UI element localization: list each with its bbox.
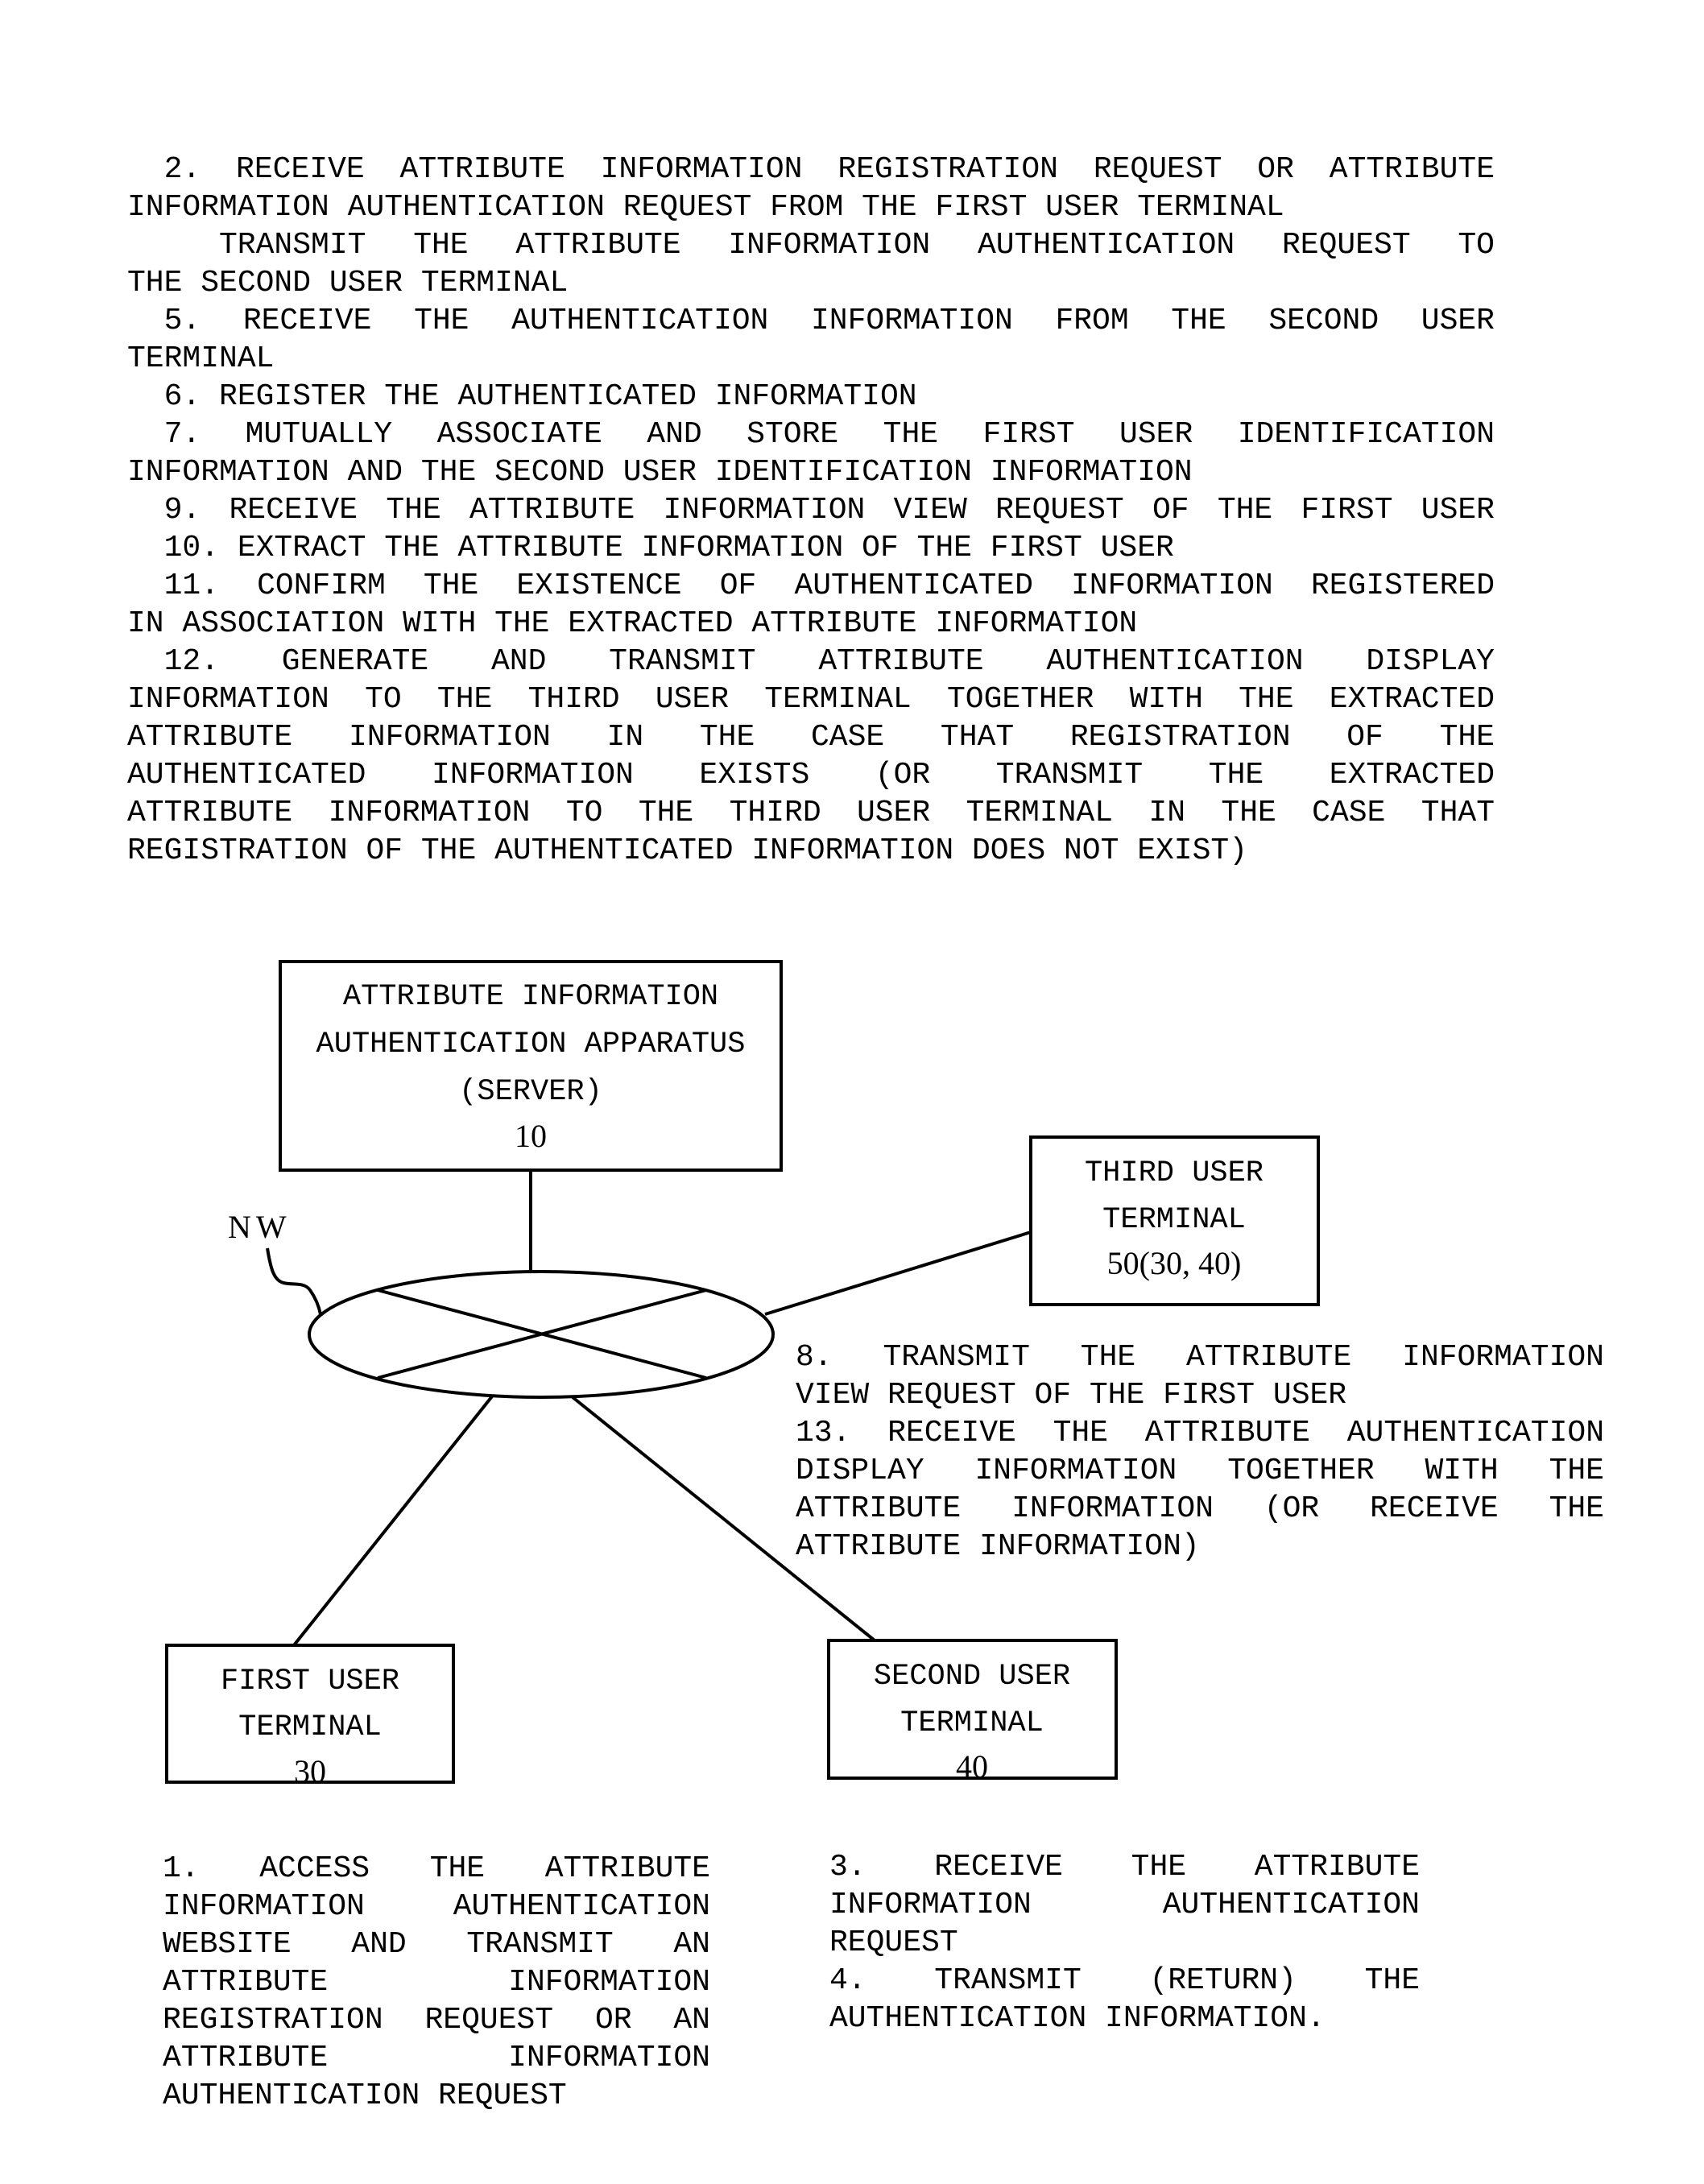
server-node[interactable]: ATTRIBUTE INFORMATION AUTHENTICATION APP… xyxy=(279,960,783,1172)
edge-network-third-terminal xyxy=(764,1231,1032,1316)
text-line: AUTHENTICATION INFORMATION. xyxy=(829,2001,1326,2036)
server-label-line: AUTHENTICATION APPARATUS xyxy=(316,1028,746,1061)
text-line: 4. TRANSMIT (RETURN) THE xyxy=(829,1963,1420,1998)
network-leader-line xyxy=(266,1247,322,1315)
first-terminal-label-line: TERMINAL xyxy=(238,1710,382,1744)
edge-network-first-terminal xyxy=(292,1395,494,1647)
text-line: REGISTRATION REQUEST OR AN xyxy=(163,2003,710,2037)
first-terminal-label-line: FIRST USER xyxy=(221,1665,399,1698)
text-line: INFORMATION AUTHENTICATION xyxy=(829,1888,1420,1922)
second-terminal-ref-number: 40 xyxy=(956,1748,988,1785)
server-ref-number: 10 xyxy=(515,1118,547,1154)
text-line: DISPLAY INFORMATION TOGETHER WITH THE xyxy=(796,1454,1604,1488)
first-terminal-node[interactable]: FIRST USER TERMINAL 30 xyxy=(165,1644,455,1789)
server-label-line: (SERVER) xyxy=(459,1075,602,1109)
second-terminal-node[interactable]: SECOND USER TERMINAL 40 xyxy=(827,1639,1118,1785)
first-terminal-ref-number: 30 xyxy=(294,1753,326,1789)
text-line: ATTRIBUTE INFORMATION xyxy=(163,2041,710,2075)
second-terminal-label-line: SECOND USER xyxy=(874,1660,1070,1694)
text-line: WEBSITE AND TRANSMIT AN xyxy=(163,1927,710,1962)
second-terminal-label-line: TERMINAL xyxy=(900,1706,1044,1740)
third-terminal-node[interactable]: THIRD USER TERMINAL 50(30, 40) xyxy=(1029,1135,1320,1306)
text-line: 3. RECEIVE THE ATTRIBUTE xyxy=(829,1850,1420,1884)
second-terminal-steps-description: 3. RECEIVE THE ATTRIBUTE INFORMATION AUTH… xyxy=(829,1848,1420,2037)
third-terminal-ref-number: 50(30, 40) xyxy=(1107,1245,1242,1281)
third-terminal-label-line: TERMINAL xyxy=(1102,1203,1246,1237)
text-line: ATTRIBUTE INFORMATION) xyxy=(796,1529,1200,1564)
text-line: AUTHENTICATION REQUEST xyxy=(163,2079,567,2113)
text-line: REQUEST xyxy=(829,1925,958,1960)
text-line: INFORMATION AUTHENTICATION xyxy=(163,1889,710,1924)
text-line: ATTRIBUTE INFORMATION xyxy=(163,1965,710,2000)
text-line: VIEW REQUEST OF THE FIRST USER xyxy=(796,1378,1347,1413)
third-terminal-steps-description: 8. TRANSMIT THE ATTRIBUTE INFORMATION VIE… xyxy=(796,1338,1604,1566)
server-label-line: ATTRIBUTE INFORMATION xyxy=(343,980,718,1014)
text-line: 8. TRANSMIT THE ATTRIBUTE INFORMATION xyxy=(796,1340,1604,1375)
network-label: NW xyxy=(228,1209,292,1245)
text-line: ATTRIBUTE INFORMATION (OR RECEIVE THE xyxy=(796,1491,1604,1526)
text-line: 1. ACCESS THE ATTRIBUTE xyxy=(163,1851,710,1886)
network-node[interactable]: NW xyxy=(228,1209,775,1399)
text-line: 13. RECEIVE THE ATTRIBUTE AUTHENTICATION xyxy=(796,1416,1604,1450)
first-terminal-steps-description: 1. ACCESS THE ATTRIBUTE INFORMATION AUTHE… xyxy=(163,1850,710,2115)
third-terminal-label-line: THIRD USER xyxy=(1085,1156,1264,1190)
